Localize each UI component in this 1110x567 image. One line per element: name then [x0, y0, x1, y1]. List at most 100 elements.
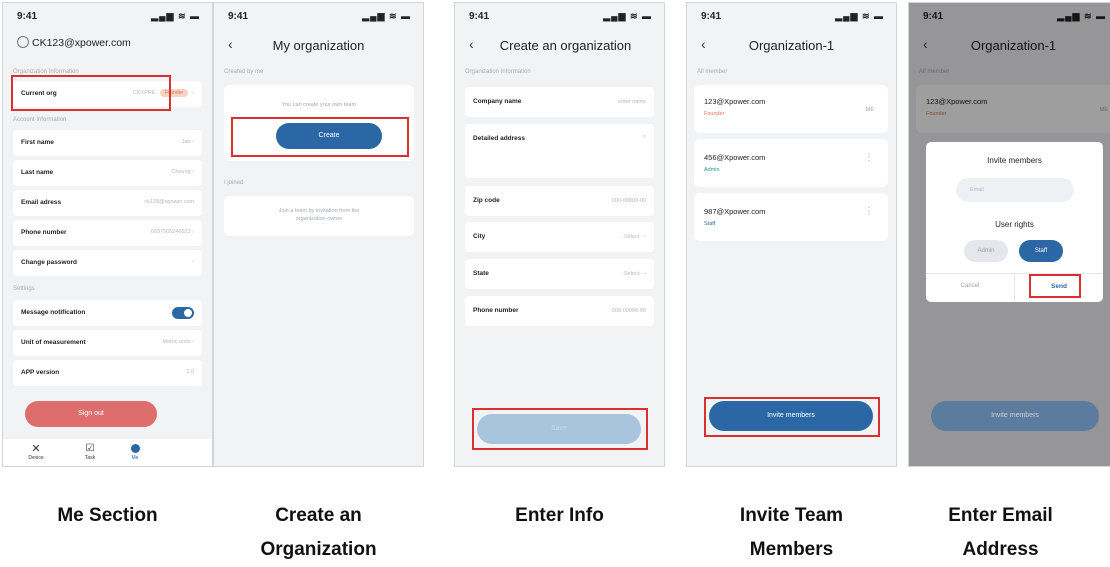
- invite-members-button[interactable]: Invite members: [931, 401, 1099, 431]
- city-select[interactable]: City - Select - ›: [465, 222, 654, 252]
- status-bar: 9:41 ▂▄▆ ≋ ▬: [228, 11, 411, 25]
- chevron-right-icon: ›: [192, 259, 194, 265]
- caption-line: Address: [962, 539, 1039, 561]
- page-title: Organization-1: [748, 38, 835, 53]
- me-icon: [130, 444, 140, 453]
- first-name-label: First name: [21, 139, 54, 146]
- email-label: Email adress: [21, 199, 62, 206]
- nav-device[interactable]: ✕ Device: [21, 443, 51, 461]
- email-placeholder: Email: [970, 187, 984, 193]
- chevron-right-icon: ›: [192, 90, 194, 96]
- company-name-placeholder: enter name: [618, 99, 646, 105]
- chevron-right-icon: ›: [192, 339, 194, 345]
- detailed-address-label: Detailed address: [473, 135, 526, 142]
- phone-label: Phone number: [21, 229, 67, 236]
- chevron-right-icon: ›: [644, 271, 646, 277]
- phone-me-screen: 9:41 ▂▄▆ ≋ ▬ CK123@xpower.com Organizati…: [2, 2, 213, 467]
- email-row[interactable]: Email adress ck123@xpower.com: [13, 190, 202, 216]
- status-time: 9:41: [701, 11, 722, 22]
- section-account-info: Account Information: [13, 117, 67, 123]
- cancel-button[interactable]: Cancel: [926, 283, 1014, 289]
- more-options-icon[interactable]: ⋮: [864, 153, 874, 163]
- search-icon: ⌕: [642, 134, 646, 140]
- caption-line: Me Section: [57, 505, 158, 526]
- toggle-knob: [184, 309, 192, 317]
- last-name-row[interactable]: Last name Cheung ›: [13, 160, 202, 186]
- company-name-field[interactable]: Company name enter name: [465, 87, 654, 117]
- member-email: 456@Xpower.com: [704, 153, 766, 162]
- status-bar: 9:41 ▂▄▆ ≋ ▬: [469, 11, 652, 25]
- caption-invite-team-members: Invite Team Members: [686, 499, 897, 567]
- sign-out-button[interactable]: Sign out: [25, 401, 157, 427]
- status-bar: 9:41 ▂▄▆ ≋ ▬: [17, 11, 200, 25]
- member-card[interactable]: 456@Xpower.com Admin ⋮: [694, 139, 888, 187]
- member-card[interactable]: 987@Xpower.com Staff ⋮: [694, 193, 888, 241]
- change-password-row[interactable]: Change password ›: [13, 250, 202, 276]
- nav-task[interactable]: ☑ Task: [75, 443, 105, 461]
- highlight-send: [1029, 274, 1081, 298]
- caption-line: Create an: [275, 505, 362, 526]
- highlight-save: [472, 408, 648, 450]
- nav-me[interactable]: Me: [120, 443, 150, 461]
- chevron-right-icon: ›: [192, 229, 194, 235]
- signal-wifi-battery-icon: ▂▄▆ ≋ ▬: [835, 11, 884, 21]
- email-value: ck123@xpower.com: [144, 199, 194, 205]
- state-label: State: [473, 270, 489, 277]
- highlight-create: [231, 117, 409, 157]
- phone-invite-dialog-screen: 9:41 ▂▄▆ ≋ ▬ ‹ Organization-1 All member…: [908, 2, 1110, 467]
- member-email: 987@Xpower.com: [704, 207, 766, 216]
- admin-option[interactable]: Admin: [964, 240, 1008, 262]
- member-card[interactable]: 123@Xpower.com Founder ME: [694, 85, 888, 133]
- zip-code-field[interactable]: Zip code 000-00000-00: [465, 186, 654, 216]
- highlight-invite: [704, 397, 880, 437]
- user-avatar-icon: [17, 36, 29, 48]
- app-version-value: 1.0: [186, 369, 194, 375]
- state-select[interactable]: State - Select - ›: [465, 259, 654, 289]
- unit-value: Metric units: [162, 339, 191, 345]
- caption-line: Members: [749, 539, 834, 561]
- last-name-label: Last name: [21, 169, 54, 176]
- member-role: Admin: [704, 167, 720, 173]
- create-hint: You can create your own team: [281, 102, 357, 108]
- message-notification-label: Message notification: [21, 309, 86, 316]
- notification-toggle[interactable]: [172, 307, 194, 319]
- user-rights-label: User rights: [995, 220, 1034, 229]
- page-title: Create an organization: [499, 38, 632, 53]
- caption-line: Invite Team: [739, 505, 844, 526]
- staff-option[interactable]: Staff: [1019, 240, 1063, 262]
- last-name-value: Cheung: [171, 169, 191, 175]
- nav-device-label: Device: [28, 455, 44, 461]
- city-placeholder: - Select -: [620, 234, 643, 240]
- signal-wifi-battery-icon: ▂▄▆ ≋ ▬: [603, 11, 652, 21]
- join-hint-line2: organization owner: [295, 216, 343, 222]
- join-hint-line1: Join a team by invitation from the: [278, 208, 360, 214]
- account-header: CK123@xpower.com: [17, 36, 131, 49]
- status-time: 9:41: [17, 11, 38, 22]
- more-options-icon[interactable]: ⋮: [864, 207, 874, 217]
- phone-create-organization-screen: 9:41 ▂▄▆ ≋ ▬ ‹ Create an organization Or…: [454, 2, 665, 467]
- zip-code-placeholder: 000-00000-00: [611, 198, 646, 204]
- message-notification-row: Message notification: [13, 300, 202, 326]
- phone-my-organization-screen: 9:41 ▂▄▆ ≋ ▬ ‹ My organization Created b…: [213, 2, 424, 467]
- first-name-row[interactable]: First name Jan ›: [13, 130, 202, 156]
- device-icon: ✕: [31, 443, 41, 455]
- caption-line: Enter Email: [948, 505, 1053, 526]
- phone-organization-members-screen: 9:41 ▂▄▆ ≋ ▬ ‹ Organization-1 All member…: [686, 2, 897, 467]
- company-name-label: Company name: [473, 98, 522, 105]
- unit-row[interactable]: Unit of measurement Metric units ›: [13, 330, 202, 356]
- status-time: 9:41: [469, 11, 490, 22]
- section-i-joined: I joined: [224, 180, 244, 186]
- highlight-current-org: [11, 75, 171, 111]
- caption-create-organization: Create an Organization: [213, 499, 424, 567]
- phone-row[interactable]: Phone number 6037565246623 ›: [13, 220, 202, 246]
- chevron-right-icon: ›: [192, 169, 194, 175]
- email-input[interactable]: Email: [956, 178, 1074, 202]
- caption-enter-info: Enter Info: [454, 499, 665, 533]
- member-role: Founder: [704, 111, 725, 117]
- status-time: 9:41: [228, 11, 249, 22]
- section-settings: Settings: [13, 286, 35, 292]
- detailed-address-field[interactable]: Detailed address ⌕: [465, 124, 654, 178]
- phone-number-field[interactable]: Phone number 000-00000-00: [465, 296, 654, 326]
- state-placeholder: - Select -: [620, 271, 643, 277]
- task-icon: ☑: [85, 443, 95, 454]
